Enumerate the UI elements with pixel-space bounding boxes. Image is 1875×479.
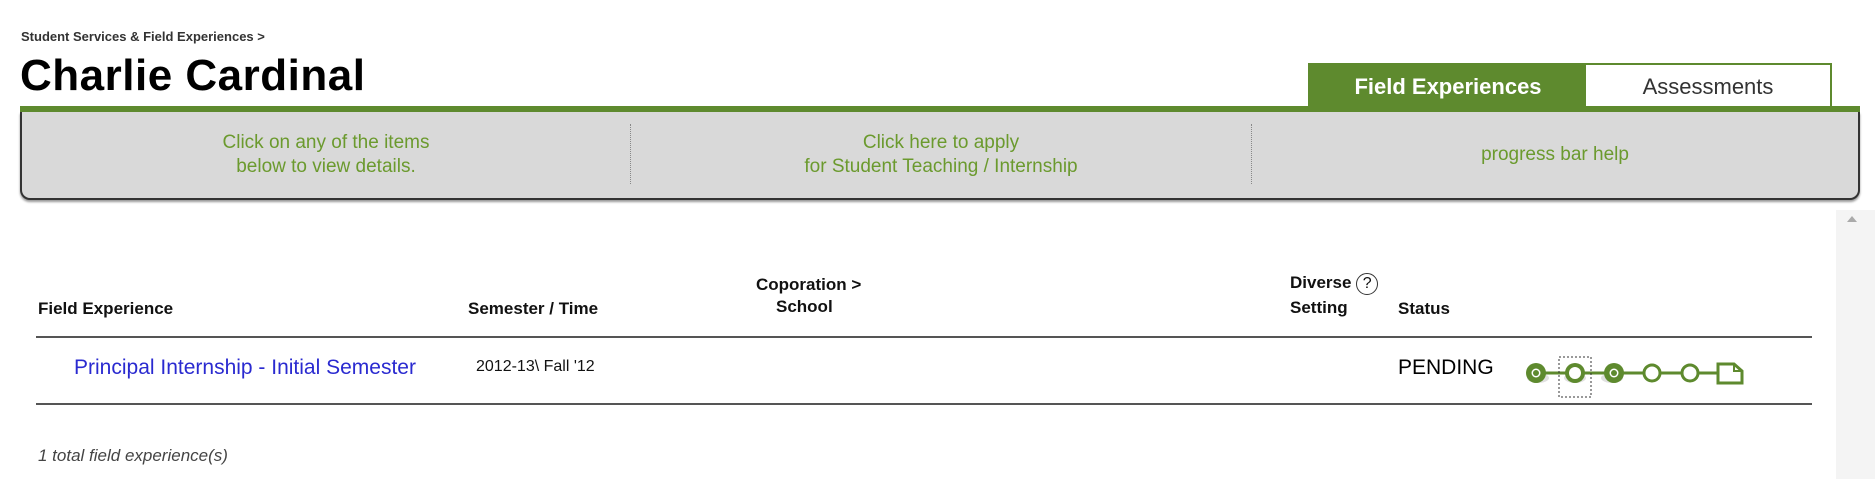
tab-bar: Field Experiences Assessments — [1308, 63, 1832, 108]
progress-bar-help-link[interactable]: progress bar help — [1252, 112, 1858, 198]
progress-document-icon[interactable] — [1716, 362, 1744, 385]
progress-step-1-icon[interactable] — [1526, 363, 1546, 383]
semester-cell: 2012-13\ Fall '12 — [476, 358, 595, 375]
vertical-scrollbar[interactable] — [1836, 210, 1875, 479]
details-instruction: Click on any of the items below to view … — [22, 112, 630, 198]
total-count: 1 total field experience(s) — [38, 446, 228, 465]
header-corporation-line2: School — [776, 297, 833, 316]
progress-bar[interactable] — [1524, 356, 1764, 406]
tab-field-experiences[interactable]: Field Experiences — [1310, 65, 1586, 108]
header-corporation-line1: Coporation > — [756, 275, 862, 294]
diverse-help-icon[interactable]: ? — [1356, 272, 1379, 295]
progress-step-2-icon[interactable] — [1558, 356, 1592, 398]
info-bar: Click on any of the items below to view … — [20, 112, 1860, 200]
apply-link-line2[interactable]: for Student Teaching / Internship — [804, 155, 1077, 179]
tab-assessments[interactable]: Assessments — [1586, 65, 1830, 108]
apply-link-line1[interactable]: Click here to apply — [804, 131, 1077, 155]
header-field-experience: Field Experience — [38, 299, 174, 318]
status-cell: PENDING — [1398, 356, 1494, 379]
details-instruction-line2: below to view details. — [236, 156, 416, 177]
scroll-up-arrow-icon[interactable] — [1847, 216, 1857, 222]
field-experience-link[interactable]: Principal Internship - Initial Semester — [74, 356, 416, 380]
progress-step-5-icon[interactable] — [1680, 363, 1700, 383]
details-instruction-line1: Click on any of the items — [222, 132, 430, 153]
breadcrumb[interactable]: Student Services & Field Experiences > — [21, 29, 265, 44]
progress-step-4-icon[interactable] — [1642, 363, 1662, 383]
table-row-divider — [36, 403, 1812, 405]
header-diverse-setting: Diverse ? Setting — [1290, 272, 1379, 319]
page-title: Charlie Cardinal — [20, 51, 366, 100]
apply-link[interactable]: Click here to apply for Student Teaching… — [631, 112, 1251, 198]
header-diverse-line1: Diverse — [1290, 273, 1352, 292]
table-header-divider — [36, 336, 1812, 338]
header-corporation: Coporation > School — [756, 274, 861, 318]
header-status: Status — [1398, 299, 1450, 318]
header-semester-time: Semester / Time — [468, 299, 599, 318]
progress-step-3-icon[interactable] — [1604, 363, 1624, 383]
header-diverse-line2: Setting — [1290, 297, 1348, 317]
